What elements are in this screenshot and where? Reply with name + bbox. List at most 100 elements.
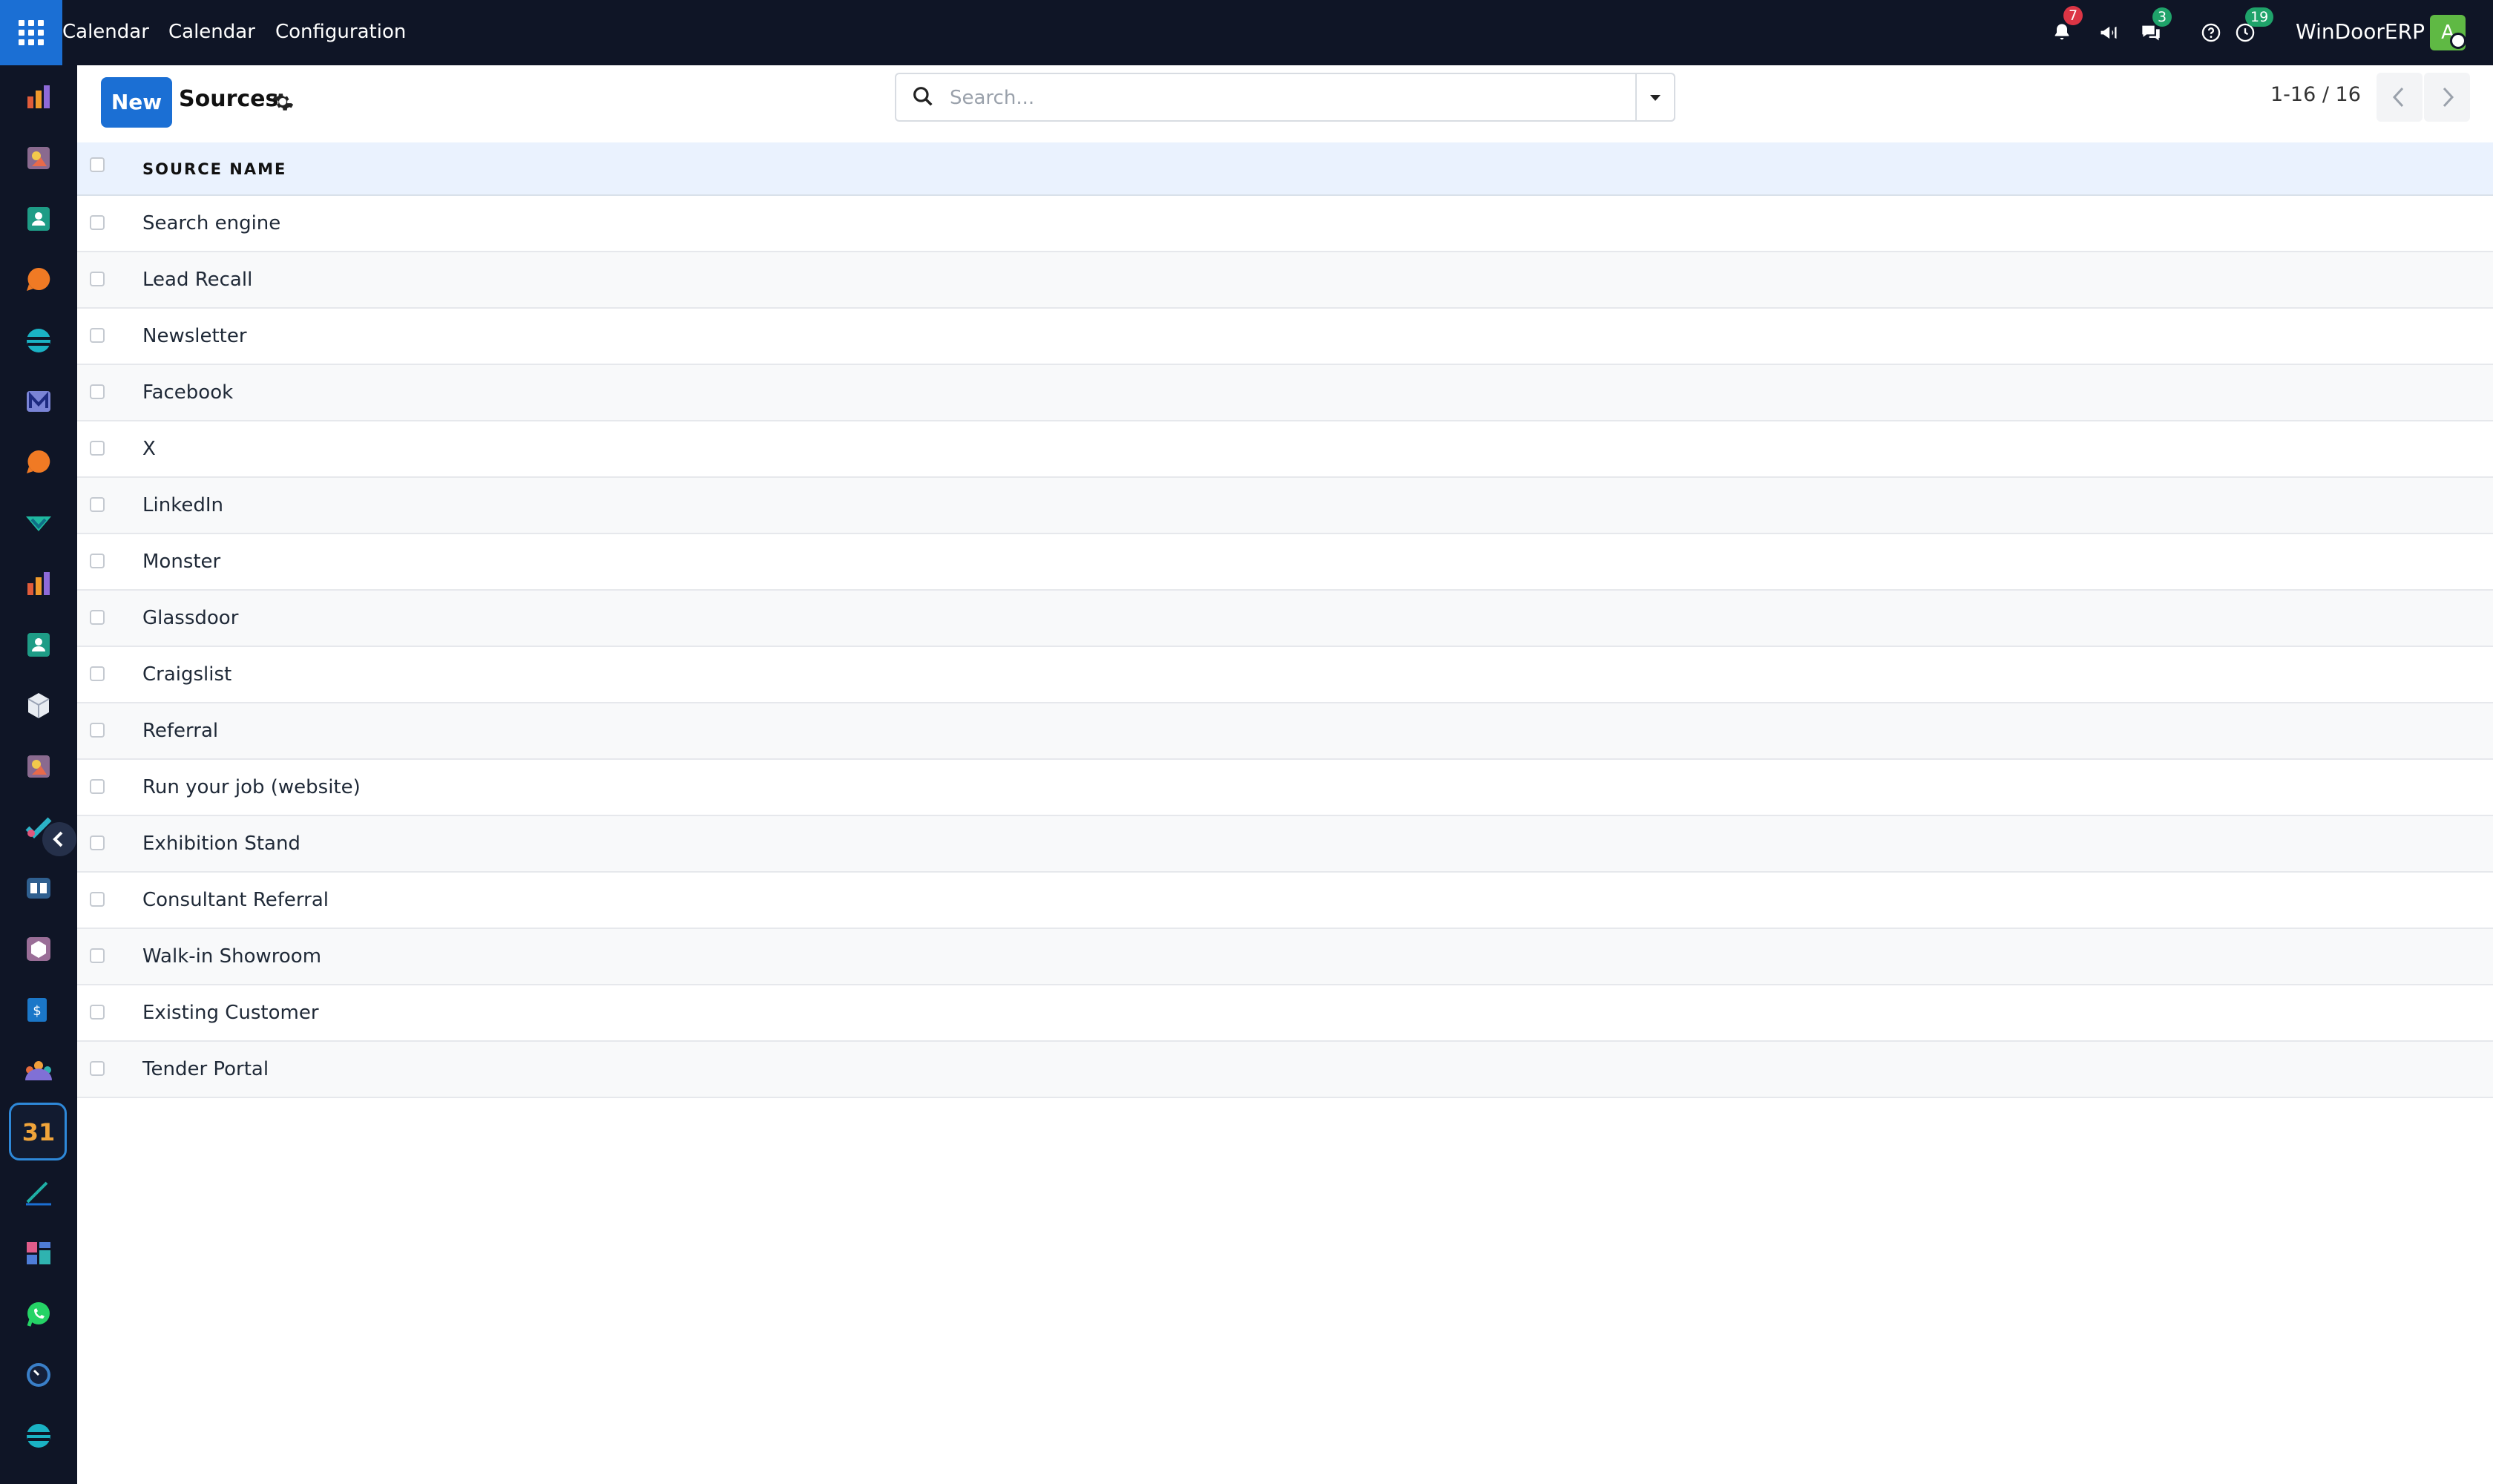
pager-previous-button[interactable]: [2377, 73, 2423, 122]
row-checkbox[interactable]: [90, 441, 105, 456]
calendar-icon[interactable]: 31: [22, 1114, 56, 1149]
megaphone-icon: [2101, 26, 2117, 39]
row-checkbox[interactable]: [90, 272, 105, 286]
row-checkbox[interactable]: [90, 723, 105, 738]
select-all-checkbox[interactable]: [90, 157, 105, 172]
row-checkbox[interactable]: [90, 666, 105, 681]
source-name-cell: Craigslist: [142, 663, 232, 686]
row-checkbox[interactable]: [90, 892, 105, 907]
table-row[interactable]: Monster: [77, 534, 2493, 591]
globe-icon[interactable]: [22, 1419, 56, 1453]
source-name-cell: Run your job (website): [142, 776, 361, 798]
timer-icon[interactable]: [22, 1358, 56, 1392]
table-row[interactable]: Search engine: [77, 196, 2493, 252]
app-menu-button[interactable]: [0, 0, 62, 65]
chevron-right-icon: [2443, 87, 2454, 108]
source-name-cell: Tender Portal: [142, 1058, 269, 1080]
source-name-cell: Glassdoor: [142, 607, 239, 629]
row-checkbox[interactable]: [90, 1005, 105, 1020]
top-navbar: Calendar Calendar Configuration 7 3 19 W…: [0, 0, 2493, 65]
notification-count-badge: 7: [2063, 6, 2083, 25]
globe-icon[interactable]: [22, 324, 56, 358]
table-row[interactable]: Run your job (website): [77, 760, 2493, 816]
box-icon[interactable]: [22, 932, 56, 966]
notifications-button[interactable]: 7: [2046, 6, 2083, 49]
row-checkbox[interactable]: [90, 215, 105, 230]
whatsapp-icon[interactable]: [22, 1297, 56, 1331]
table-row[interactable]: LinkedIn: [77, 478, 2493, 534]
table-row[interactable]: Lead Recall: [77, 252, 2493, 309]
verified-icon[interactable]: [22, 506, 56, 540]
table-row[interactable]: Exhibition Stand: [77, 816, 2493, 873]
row-checkbox[interactable]: [90, 610, 105, 625]
row-checkbox[interactable]: [90, 779, 105, 794]
activities-count-badge: 19: [2245, 7, 2274, 27]
sign-icon[interactable]: [22, 1175, 56, 1209]
app-name-calendar[interactable]: Calendar: [62, 0, 149, 65]
actions-gear-button[interactable]: [270, 89, 295, 114]
book-icon[interactable]: [22, 871, 56, 905]
package-icon[interactable]: [22, 689, 56, 723]
search-bar: [895, 73, 1782, 122]
creative-icon[interactable]: [22, 141, 56, 175]
presence-dot: [2450, 33, 2466, 49]
activities-button[interactable]: 19: [2229, 7, 2274, 49]
table-row[interactable]: Referral: [77, 703, 2493, 760]
help-button[interactable]: [2195, 16, 2227, 49]
messages-count-badge: 3: [2152, 7, 2172, 27]
source-name-cell: Walk-in Showroom: [142, 945, 322, 968]
table-row[interactable]: Tender Portal: [77, 1042, 2493, 1098]
contacts-icon[interactable]: [22, 628, 56, 662]
source-name-cell: Monster: [142, 551, 221, 573]
apps-sidebar: $ 31: [0, 65, 77, 1484]
contacts-icon[interactable]: [22, 202, 56, 236]
grid-icon: [19, 20, 44, 45]
row-checkbox[interactable]: [90, 497, 105, 512]
table-row[interactable]: Facebook: [77, 365, 2493, 421]
row-checkbox[interactable]: [90, 384, 105, 399]
column-header-source-name[interactable]: SOURCE NAME: [142, 160, 286, 178]
pager-value[interactable]: 1-16 / 16: [2270, 83, 2361, 106]
table-row[interactable]: Existing Customer: [77, 985, 2493, 1042]
creative-icon[interactable]: [22, 749, 56, 784]
dashboards-icon[interactable]: [22, 1236, 56, 1270]
pager-next-button[interactable]: [2424, 73, 2470, 122]
source-name-cell: Referral: [142, 720, 219, 742]
source-name-cell: Search engine: [142, 212, 281, 234]
table-row[interactable]: Glassdoor: [77, 591, 2493, 647]
row-checkbox[interactable]: [90, 554, 105, 568]
menu-configuration[interactable]: Configuration: [275, 0, 406, 65]
new-record-button[interactable]: New: [101, 77, 172, 128]
source-name-cell: LinkedIn: [142, 494, 223, 516]
dashboard-icon[interactable]: [22, 567, 56, 601]
table-row[interactable]: Craigslist: [77, 647, 2493, 703]
search-options-toggle[interactable]: [1635, 73, 1675, 122]
source-name-cell: Facebook: [142, 381, 234, 404]
row-checkbox[interactable]: [90, 948, 105, 963]
checkmark-icon[interactable]: [22, 810, 56, 844]
announcements-button[interactable]: [2092, 16, 2125, 49]
team-icon[interactable]: [22, 1054, 56, 1088]
row-checkbox[interactable]: [90, 328, 105, 343]
row-checkbox[interactable]: [90, 835, 105, 850]
chat-bubble-icon[interactable]: [22, 263, 56, 297]
mail-icon[interactable]: [22, 384, 56, 418]
company-switcher[interactable]: WinDoorERP: [2296, 0, 2425, 65]
dashboard-icon[interactable]: [22, 80, 56, 114]
calendar-day-label: 31: [22, 1118, 56, 1146]
messages-button[interactable]: 3: [2135, 7, 2172, 49]
row-checkbox[interactable]: [90, 1061, 105, 1076]
list-header: SOURCE NAME: [77, 142, 2493, 196]
table-row[interactable]: X: [77, 421, 2493, 478]
source-name-cell: Consultant Referral: [142, 889, 329, 911]
invoice-icon[interactable]: $: [22, 993, 56, 1027]
table-row[interactable]: Walk-in Showroom: [77, 929, 2493, 985]
table-row[interactable]: Consultant Referral: [77, 873, 2493, 929]
bell-icon: [2054, 24, 2069, 40]
source-name-cell: Existing Customer: [142, 1002, 319, 1024]
table-row[interactable]: Newsletter: [77, 309, 2493, 365]
menu-calendar[interactable]: Calendar: [168, 0, 255, 65]
gear-icon: [272, 93, 294, 111]
svg-text:$: $: [33, 1003, 41, 1019]
chat-bubble-icon[interactable]: [22, 445, 56, 479]
